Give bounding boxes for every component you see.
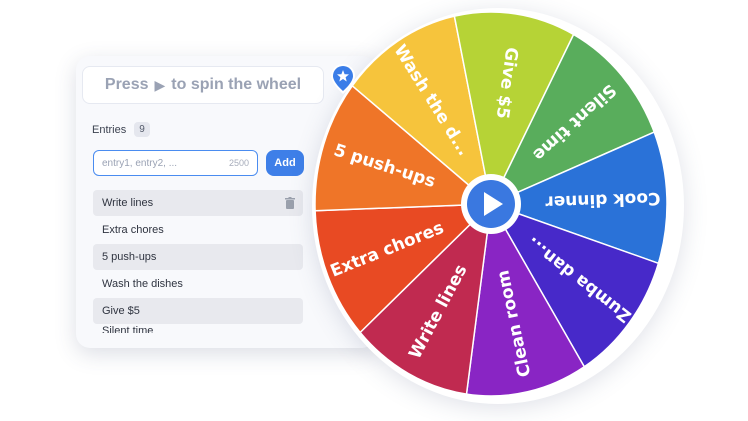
list-item[interactable]: Write lines bbox=[93, 190, 303, 216]
entries-header: Entries 9 bbox=[92, 122, 150, 137]
entry-list: Write lines Extra chores 5 push-ups Wash… bbox=[93, 190, 303, 334]
spin-hint-text: to spin the wheel bbox=[171, 76, 302, 93]
wheel[interactable]: Extra chores 5 push-ups Wash the d... Give … bbox=[312, 8, 684, 404]
add-button[interactable]: Add bbox=[266, 150, 304, 176]
list-item[interactable]: Wash the dishes bbox=[93, 271, 303, 297]
list-item[interactable]: 5 push-ups bbox=[93, 244, 303, 270]
entries-count-badge: 9 bbox=[134, 122, 150, 137]
list-item[interactable]: Give $5 bbox=[93, 298, 303, 324]
char-limit: 2500 bbox=[228, 158, 249, 168]
entry-label: Write lines bbox=[102, 197, 154, 209]
entry-label: Wash the dishes bbox=[102, 278, 183, 290]
entry-label: 5 push-ups bbox=[102, 251, 157, 263]
spin-hint[interactable]: Press ▶ to spin the wheel bbox=[82, 66, 324, 104]
wheel-pointer-icon bbox=[331, 64, 355, 94]
entry-label: Extra chores bbox=[102, 224, 164, 236]
entry-input[interactable]: entry1, entry2, ... 2500 bbox=[93, 150, 258, 176]
spin-hint-press: Press bbox=[104, 76, 149, 93]
entry-label: Silent time bbox=[102, 325, 154, 333]
play-icon: ▶ bbox=[154, 76, 166, 93]
trash-icon[interactable] bbox=[285, 197, 295, 209]
entry-label: Give $5 bbox=[102, 305, 140, 317]
entry-input-placeholder: entry1, entry2, ... bbox=[102, 157, 178, 169]
list-item[interactable]: Extra chores bbox=[93, 217, 303, 243]
entries-label: Entries bbox=[92, 123, 127, 136]
wheel-segment-label: Cook dinner bbox=[544, 188, 660, 212]
list-item[interactable]: Silent time bbox=[93, 325, 303, 333]
wheel-svg[interactable]: Extra chores5 push-upsWash the d... Give … bbox=[312, 8, 684, 404]
